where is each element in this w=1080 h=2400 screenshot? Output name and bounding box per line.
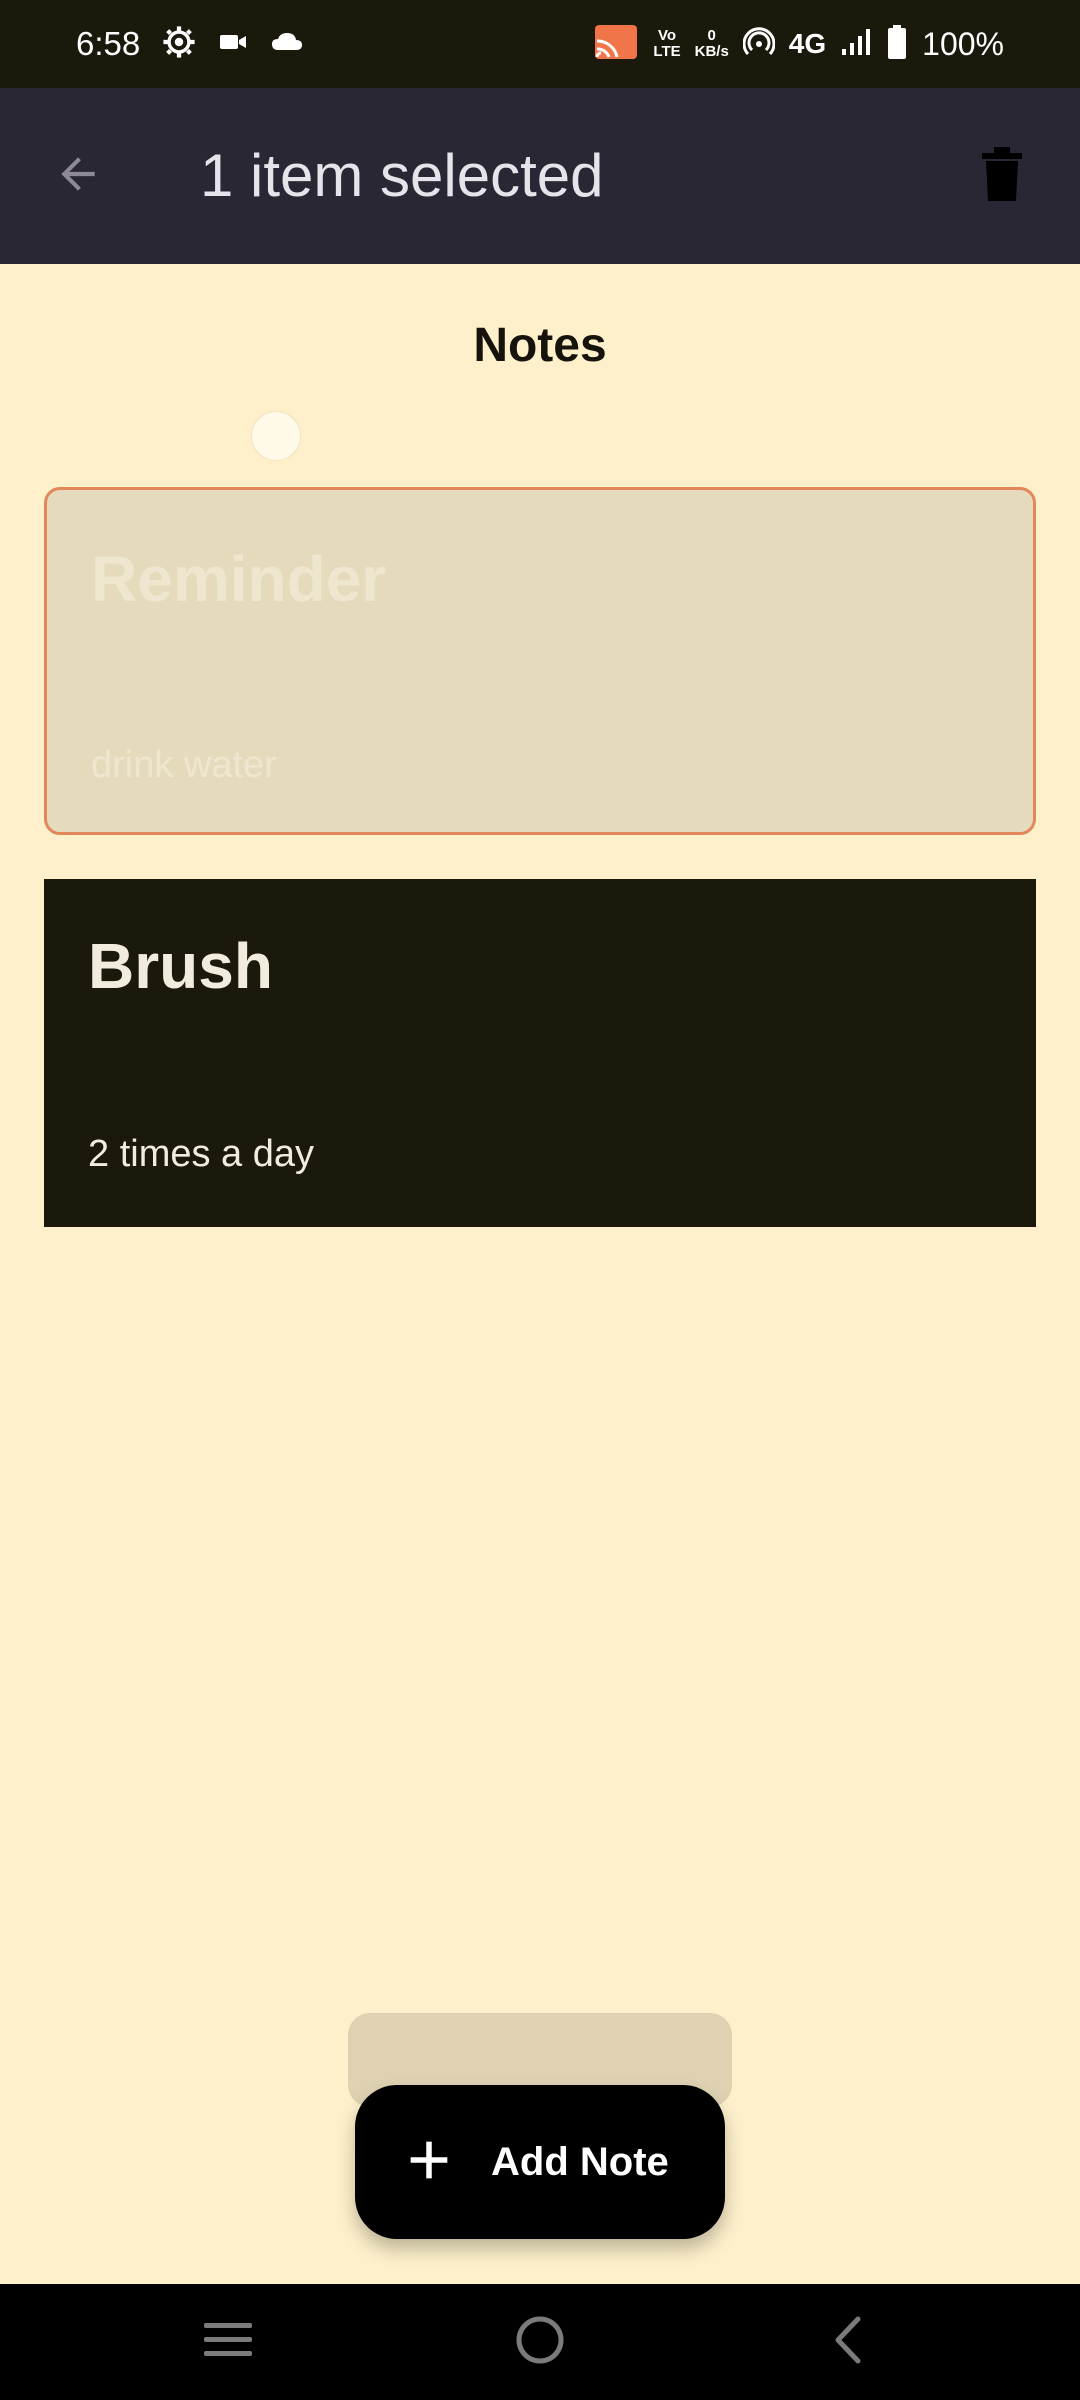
home-icon <box>514 2314 566 2371</box>
note-body: drink water <box>91 744 277 786</box>
signal-icon <box>840 27 872 62</box>
arrow-back-icon <box>53 149 103 204</box>
status-left: 6:58 <box>76 0 304 88</box>
speed-unit: KB/s <box>694 43 729 60</box>
nav-back-button[interactable] <box>803 2306 893 2378</box>
note-title: Reminder <box>91 543 387 615</box>
speed-indicator: 0 KB/s <box>695 28 729 60</box>
hotspot-icon <box>742 26 776 63</box>
volte-bottom: LTE <box>653 43 681 60</box>
home-button[interactable] <box>495 2306 585 2378</box>
back-icon <box>828 2315 868 2370</box>
speed-value: 0 <box>707 27 716 44</box>
status-right: Vo LTE 0 KB/s 4G 100% <box>593 0 1004 88</box>
back-button[interactable] <box>40 138 116 214</box>
plus-icon <box>407 2138 451 2187</box>
note-body: 2 times a day <box>88 1133 314 1175</box>
status-bar: 6:58 Vo LTE 0 KB/s 4G 100% <box>0 0 1080 88</box>
settings-icon <box>162 25 196 64</box>
delete-button[interactable] <box>964 138 1040 214</box>
add-note-button[interactable]: Add Note <box>355 2085 725 2239</box>
selection-title: 1 item selected <box>200 142 604 209</box>
cloud-icon <box>270 30 304 59</box>
network-type: 4G <box>788 28 827 59</box>
note-card-brush[interactable]: Brush 2 times a day <box>44 879 1036 1227</box>
selection-app-bar: 1 item selected <box>0 88 1080 264</box>
note-card-reminder[interactable]: Reminder drink water <box>44 487 1036 835</box>
status-time: 6:58 <box>76 25 141 62</box>
trash-icon <box>980 146 1024 206</box>
recents-button[interactable] <box>183 2306 273 2378</box>
volte-indicator: Vo LTE <box>653 28 680 60</box>
add-note-label: Add Note <box>491 2139 669 2184</box>
note-title: Brush <box>88 930 273 1002</box>
battery-icon <box>886 24 908 65</box>
cast-icon <box>593 23 639 66</box>
page-title: Notes <box>473 319 607 372</box>
menu-icon <box>202 2319 254 2366</box>
volte-top: Vo <box>657 27 677 44</box>
battery-percent: 100% <box>922 25 1004 62</box>
touch-indicator <box>251 411 301 461</box>
system-nav-bar <box>0 2284 1080 2400</box>
video-icon <box>218 30 248 59</box>
